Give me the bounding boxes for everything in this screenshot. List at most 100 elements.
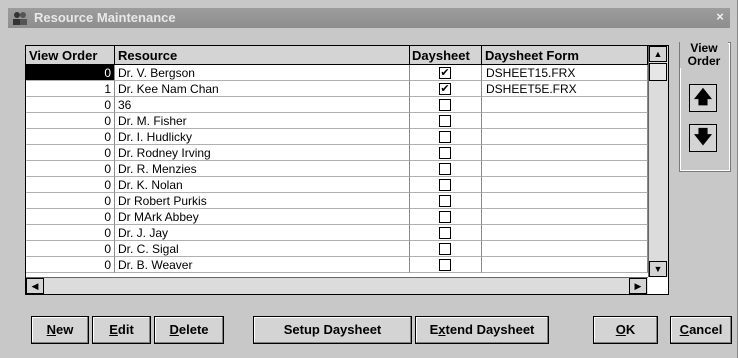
daysheet-checkbox[interactable] [439,243,451,255]
resource-cell[interactable]: Dr MArk Abbey [115,209,410,225]
column-header-daysheet[interactable]: Daysheet [410,46,482,65]
daysheet-cell [410,113,482,129]
edit-button[interactable]: Edit [92,316,151,344]
view-order-cell[interactable]: 0 [26,145,115,161]
daysheet-form-cell[interactable] [482,193,648,209]
view-order-cell[interactable]: 0 [26,209,115,225]
resource-cell[interactable]: Dr. B. Weaver [115,257,410,273]
resource-maintenance-window: Resource Maintenance × View Order Resour… [0,0,738,358]
view-order-cell[interactable]: 0 [26,129,115,145]
resource-cell[interactable]: Dr. K. Nolan [115,177,410,193]
resource-cell[interactable]: Dr. R. Menzies [115,161,410,177]
daysheet-form-cell[interactable]: DSHEET5E.FRX [482,81,648,97]
scroll-up-icon[interactable]: ▲ [649,46,667,62]
daysheet-checkbox[interactable] [439,163,451,175]
daysheet-form-cell[interactable] [482,113,648,129]
daysheet-checkbox[interactable] [439,195,451,207]
table-row[interactable]: 0 Dr. I. Hudlicky [26,129,648,145]
resource-cell[interactable]: Dr. V. Bergson [115,65,410,81]
table-row[interactable]: 0 Dr. B. Weaver [26,257,648,273]
vertical-scrollbar[interactable]: ▲ ▼ [648,46,668,277]
resource-cell[interactable]: Dr. Kee Nam Chan [115,81,410,97]
daysheet-form-cell[interactable] [482,225,648,241]
ok-button[interactable]: OK [593,316,658,344]
daysheet-cell [410,145,482,161]
delete-button[interactable]: Delete [154,316,224,344]
column-header-resource[interactable]: Resource [115,46,410,65]
table-row[interactable]: 0 Dr. K. Nolan [26,177,648,193]
view-order-cell[interactable]: 0 [26,241,115,257]
horizontal-scrollbar[interactable]: ◀ ▶ [26,277,648,294]
new-button[interactable]: New [31,316,89,344]
view-order-cell[interactable]: 0 [26,193,115,209]
daysheet-checkbox[interactable]: ✔ [439,67,451,79]
daysheet-checkbox[interactable] [439,147,451,159]
scroll-thumb[interactable] [649,63,667,81]
view-order-cell[interactable]: 0 [26,257,115,273]
daysheet-cell [410,193,482,209]
move-up-button[interactable]: 🡅 [689,84,717,112]
resource-cell[interactable]: Dr. C. Sigal [115,241,410,257]
table-row[interactable]: 0 36 [26,97,648,113]
daysheet-form-cell[interactable] [482,161,648,177]
view-order-cell[interactable]: 0 [26,177,115,193]
daysheet-checkbox[interactable] [439,259,451,271]
view-order-cell[interactable]: 0 [26,113,115,129]
daysheet-form-cell[interactable] [482,241,648,257]
scroll-right-icon[interactable]: ▶ [629,278,647,294]
table-row[interactable]: 0 Dr MArk Abbey [26,209,648,225]
view-order-cell[interactable]: 0 [26,225,115,241]
move-down-button[interactable]: 🡇 [689,124,717,152]
daysheet-checkbox[interactable] [439,211,451,223]
cancel-button[interactable]: Cancel [670,316,732,344]
table-row[interactable]: 0 Dr Robert Purkis [26,193,648,209]
column-header-daysheet-form[interactable]: Daysheet Form [482,46,648,65]
daysheet-form-cell[interactable] [482,209,648,225]
close-icon[interactable]: × [712,10,728,26]
daysheet-cell [410,129,482,145]
daysheet-checkbox[interactable] [439,99,451,111]
daysheet-checkbox[interactable] [439,131,451,143]
daysheet-form-cell[interactable]: DSHEET15.FRX [482,65,648,81]
table-row[interactable]: 0 Dr. J. Jay [26,225,648,241]
table-row[interactable]: 0 Dr. R. Menzies [26,161,648,177]
table-row[interactable]: 0 Dr. M. Fisher [26,113,648,129]
window-title: Resource Maintenance [34,10,176,25]
table-row[interactable]: 1 Dr. Kee Nam Chan ✔ DSHEET5E.FRX [26,81,648,97]
resource-cell[interactable]: Dr. I. Hudlicky [115,129,410,145]
daysheet-cell [410,209,482,225]
table-row[interactable]: 0 Dr. C. Sigal [26,241,648,257]
table-row[interactable]: 0 Dr. V. Bergson ✔ DSHEET15.FRX [26,65,648,81]
title-bar[interactable]: Resource Maintenance × [8,8,730,28]
daysheet-cell [410,177,482,193]
resource-grid[interactable]: View Order Resource Daysheet Daysheet Fo… [25,45,669,295]
view-order-cell[interactable]: 0 [26,97,115,113]
column-header-view-order[interactable]: View Order [26,46,115,65]
view-order-cell[interactable]: 0 [26,161,115,177]
resource-cell[interactable]: Dr. J. Jay [115,225,410,241]
resource-cell[interactable]: Dr. M. Fisher [115,113,410,129]
daysheet-cell [410,241,482,257]
resource-cell[interactable]: Dr. Rodney Irving [115,145,410,161]
resource-cell[interactable]: Dr Robert Purkis [115,193,410,209]
daysheet-form-cell[interactable] [482,129,648,145]
arrow-down-icon: 🡇 [693,127,713,147]
daysheet-form-cell[interactable] [482,177,648,193]
resource-cell[interactable]: 36 [115,97,410,113]
daysheet-cell: ✔ [410,65,482,81]
scroll-down-icon[interactable]: ▼ [649,261,667,277]
users-icon [12,11,28,25]
table-row[interactable]: 0 Dr. Rodney Irving [26,145,648,161]
daysheet-checkbox[interactable] [439,227,451,239]
daysheet-checkbox[interactable]: ✔ [439,83,451,95]
daysheet-checkbox[interactable] [439,179,451,191]
daysheet-form-cell[interactable] [482,145,648,161]
setup-daysheet-button[interactable]: Setup Daysheet [253,316,412,344]
daysheet-checkbox[interactable] [439,115,451,127]
view-order-cell[interactable]: 1 [26,81,115,97]
daysheet-form-cell[interactable] [482,257,648,273]
daysheet-form-cell[interactable] [482,97,648,113]
scroll-left-icon[interactable]: ◀ [26,278,44,294]
view-order-cell[interactable]: 0 [26,65,115,81]
extend-daysheet-button[interactable]: Extend Daysheet [415,316,549,344]
